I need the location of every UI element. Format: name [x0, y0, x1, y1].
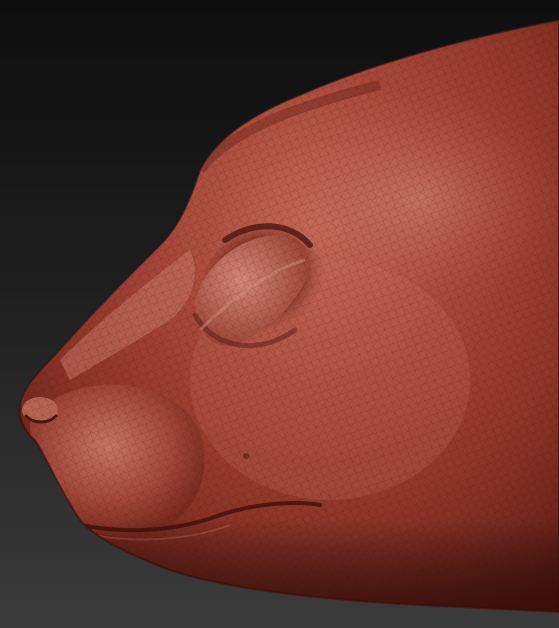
sculpt-render — [0, 0, 559, 628]
viewport[interactable] — [0, 0, 559, 628]
